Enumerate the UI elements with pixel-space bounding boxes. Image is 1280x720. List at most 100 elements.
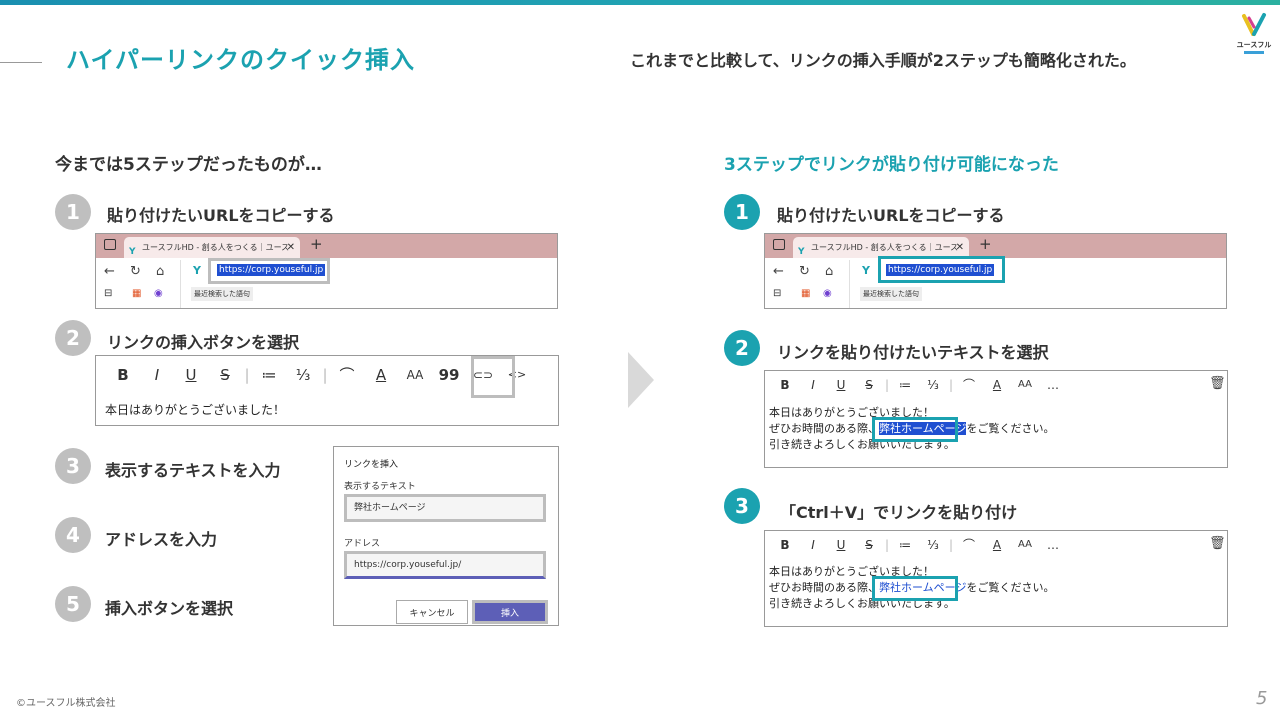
left-step-5-label: 挿入ボタンを選択 (105, 599, 234, 618)
left-step-3-label: 表示するテキストを入力 (105, 461, 281, 480)
tab-close-icon[interactable]: ✕ (287, 237, 295, 258)
numbered-list-button[interactable]: ⅓ (286, 366, 320, 384)
trash-icon[interactable]: 🗑 (1209, 536, 1226, 551)
insert-button[interactable]: 挿入 (472, 600, 548, 624)
browser-tab-bar: Y ユースフルHD - 創る人をつくる｜ユース ✕ + (96, 234, 557, 258)
link-button-highlight (471, 356, 515, 398)
logo-text: ユースフル (1236, 41, 1272, 49)
tab-close-icon[interactable]: ✕ (956, 237, 964, 258)
italic-button[interactable]: I (799, 538, 827, 552)
editor-toolbar: B I U S | ≔ ⅓ | ⌒ A AA … (771, 536, 1067, 553)
font-color-button[interactable]: A (983, 538, 1011, 552)
window-menu-icon[interactable] (773, 239, 785, 250)
page-number: 5 (1256, 688, 1268, 709)
underline-button[interactable]: U (827, 538, 855, 552)
apps-icon[interactable]: ▦ (801, 288, 810, 299)
back-arrow-icon[interactable]: ← (104, 264, 115, 279)
underline-button[interactable]: U (174, 366, 208, 384)
copilot-icon[interactable]: ◉ (154, 288, 163, 299)
favorites-icon[interactable]: ⊟ (104, 288, 112, 299)
more-options-button[interactable]: … (1039, 538, 1067, 552)
bullet-list-button[interactable]: ≔ (252, 366, 286, 384)
editor-toolbar: B I U S | ≔ ⅓ | ⌒ A AA 99 ⊂⊃ <> (106, 364, 534, 385)
editor-body-text[interactable]: 本日はありがとうございました！ (105, 402, 285, 418)
font-size-button[interactable]: AA (1011, 379, 1039, 390)
right-browser-screenshot: Y ユースフルHD - 創る人をつくる｜ユース ✕ + ← ↻ ⌂ Y http… (764, 233, 1227, 309)
site-favicon-icon: Y (798, 247, 805, 257)
strikethrough-button[interactable]: S (208, 366, 242, 384)
address-input[interactable]: https://corp.youseful.jp/ (344, 551, 546, 579)
slide-title: ハイパーリンクのクイック挿入 (66, 46, 416, 74)
right-editor-select-screenshot: B I U S | ≔ ⅓ | ⌒ A AA … 🗑 本日はありがとうございまし… (764, 370, 1228, 468)
slide-subtitle: これまでと比較して、リンクの挿入手順が2ステップも簡略化された。 (630, 51, 1136, 70)
quote-button[interactable]: 99 (432, 366, 466, 384)
back-arrow-icon[interactable]: ← (773, 264, 784, 279)
browser-tab-title: ユースフルHD - 創る人をつくる｜ユース (811, 243, 959, 252)
site-favicon-icon: Y (862, 264, 870, 277)
bold-button[interactable]: B (106, 366, 140, 384)
italic-button[interactable]: I (140, 366, 174, 384)
numbered-list-button[interactable]: ⅓ (919, 378, 947, 392)
right-step-3-number: 3 (724, 488, 760, 524)
toolbar-divider: | (884, 377, 890, 392)
editor-toolbar: B I U S | ≔ ⅓ | ⌒ A AA … (771, 376, 1067, 393)
highlight-button[interactable]: ⌒ (955, 376, 983, 393)
bold-button[interactable]: B (771, 378, 799, 392)
italic-button[interactable]: I (799, 378, 827, 392)
home-icon[interactable]: ⌂ (156, 264, 164, 279)
top-accent-bar (0, 0, 1280, 5)
new-tab-icon[interactable]: + (310, 235, 323, 253)
strikethrough-button[interactable]: S (855, 378, 883, 392)
font-size-button[interactable]: AA (1011, 539, 1039, 550)
toolbar-divider: | (948, 537, 954, 552)
selection-highlight-box (872, 417, 958, 442)
chevron-right-arrow (628, 352, 654, 408)
trash-icon[interactable]: 🗑 (1209, 376, 1226, 391)
window-menu-icon[interactable] (104, 239, 116, 250)
highlight-button[interactable]: ⌒ (330, 364, 364, 385)
browser-tab[interactable]: Y ユースフルHD - 創る人をつくる｜ユース ✕ (793, 237, 969, 258)
left-editor-screenshot: B I U S | ≔ ⅓ | ⌒ A AA 99 ⊂⊃ <> 本日はありがとう… (95, 355, 559, 426)
line2-after: をご覧ください。 (966, 422, 1055, 435)
left-heading: 今までは5ステップだったものが… (55, 155, 322, 175)
highlight-button[interactable]: ⌒ (955, 536, 983, 553)
underline-button[interactable]: U (827, 378, 855, 392)
left-step-1-number: 1 (55, 194, 91, 230)
line2-before: ぜひお時間のある際、 (769, 581, 879, 594)
browser-tab-title: ユースフルHD - 創る人をつくる｜ユース (142, 243, 290, 252)
font-color-button[interactable]: A (983, 378, 1011, 392)
font-color-button[interactable]: A (364, 366, 398, 384)
insert-link-dialog: リンクを挿入 表示するテキスト 弊社ホームページ アドレス https://co… (333, 446, 559, 626)
copilot-icon[interactable]: ◉ (823, 288, 832, 299)
left-step-4-number: 4 (55, 517, 91, 553)
display-text-input[interactable]: 弊社ホームページ (344, 494, 546, 522)
right-step-1-number: 1 (724, 194, 760, 230)
font-size-button[interactable]: AA (398, 368, 432, 382)
bullet-list-button[interactable]: ≔ (891, 538, 919, 552)
toolbar-divider: | (244, 365, 250, 384)
more-options-button[interactable]: … (1039, 378, 1067, 392)
toolbar-divider: | (884, 537, 890, 552)
site-favicon-icon: Y (129, 247, 136, 257)
right-step-2-label: リンクを貼り付けたいテキストを選択 (777, 343, 1049, 362)
bold-button[interactable]: B (771, 538, 799, 552)
browser-tab[interactable]: Y ユースフルHD - 創る人をつくる｜ユース ✕ (124, 237, 300, 258)
new-tab-icon[interactable]: + (979, 235, 992, 253)
logo-underline (1244, 51, 1264, 54)
numbered-list-button[interactable]: ⅓ (919, 538, 947, 552)
address-label: アドレス (344, 539, 381, 549)
toolbar-divider: | (948, 377, 954, 392)
reload-icon[interactable]: ↻ (799, 264, 810, 279)
right-step-3-label: 「Ctrl＋V」でリンクを貼り付け (780, 503, 1018, 522)
apps-icon[interactable]: ▦ (132, 288, 141, 299)
copyright-footer: ©ユースフル株式会社 (16, 698, 116, 709)
bullet-list-button[interactable]: ≔ (891, 378, 919, 392)
left-step-2-number: 2 (55, 320, 91, 356)
cancel-button[interactable]: キャンセル (396, 600, 468, 624)
favorites-icon[interactable]: ⊟ (773, 288, 781, 299)
strikethrough-button[interactable]: S (855, 538, 883, 552)
site-favicon-icon: Y (193, 264, 201, 277)
home-icon[interactable]: ⌂ (825, 264, 833, 279)
url-highlight-box (878, 256, 1005, 283)
reload-icon[interactable]: ↻ (130, 264, 141, 279)
